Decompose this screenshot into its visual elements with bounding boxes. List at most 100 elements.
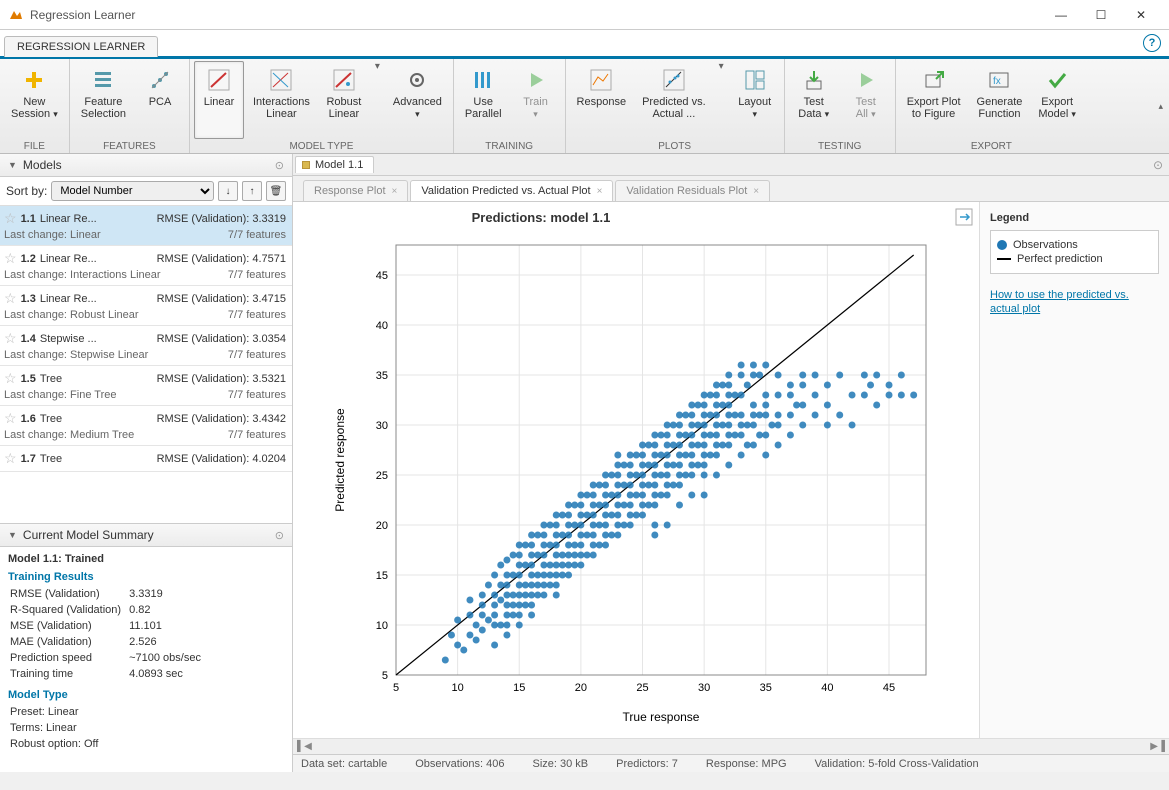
svg-text:35: 35: [760, 682, 772, 694]
export-model-button[interactable]: Export Model: [1031, 61, 1083, 139]
svg-text:5: 5: [393, 682, 399, 694]
model-robust-button[interactable]: Robust Linear: [319, 61, 369, 139]
toolstrip-expand-button[interactable]: ▴: [1152, 59, 1169, 153]
plots-gallery-dropdown[interactable]: ▾: [715, 61, 728, 72]
hide-plot-button[interactable]: [955, 208, 973, 229]
svg-text:25: 25: [376, 470, 388, 482]
summary-panel-header[interactable]: ▼ Current Model Summary ⊙: [0, 524, 292, 547]
star-icon[interactable]: ☆: [4, 410, 17, 427]
generate-function-button[interactable]: fx Generate Function: [970, 61, 1030, 139]
legend-panel: Legend Observations Perfect prediction H…: [979, 202, 1169, 738]
close-icon[interactable]: ×: [753, 186, 759, 197]
legend-perfect: Perfect prediction: [1017, 253, 1103, 265]
model-list-item[interactable]: ☆1.7 TreeRMSE (Validation): 4.0204: [0, 446, 292, 472]
group-label-features: FEATURES: [74, 139, 185, 154]
window-minimize-button[interactable]: —: [1041, 1, 1081, 29]
star-icon[interactable]: ☆: [4, 370, 17, 387]
predicted-actual-plot-button[interactable]: Predicted vs. Actual ...: [635, 61, 713, 139]
use-parallel-button[interactable]: Use Parallel: [458, 61, 509, 139]
models-panel-header[interactable]: ▼ Models ⊙: [0, 154, 292, 177]
model-interactions-button[interactable]: Interactions Linear: [246, 61, 317, 139]
plot-tab-pred-actual[interactable]: Validation Predicted vs. Actual Plot×: [410, 180, 613, 201]
doc-tab-label: Model 1.1: [315, 159, 363, 171]
svg-text:15: 15: [513, 682, 525, 694]
summary-content: Model 1.1: Trained Training Results RMSE…: [0, 547, 292, 772]
panel-options-icon[interactable]: ⊙: [275, 529, 284, 542]
new-session-button[interactable]: New Session: [4, 61, 65, 139]
layout-button[interactable]: Layout: [730, 61, 780, 139]
doc-tab-model[interactable]: Model 1.1: [295, 156, 374, 173]
group-label-model-type: MODEL TYPE: [194, 139, 449, 154]
svg-text:fx: fx: [993, 76, 1001, 87]
close-icon[interactable]: ×: [597, 186, 603, 197]
training-results-label: Training Results: [8, 571, 284, 583]
model-type-label: Model Type: [8, 689, 284, 701]
model-linear-button[interactable]: Linear: [194, 61, 244, 139]
document-tabs: Model 1.1 ⊙: [293, 154, 1169, 176]
star-icon[interactable]: ☆: [4, 330, 17, 347]
svg-text:20: 20: [376, 520, 388, 532]
svg-text:Predicted response: Predicted response: [333, 408, 347, 512]
toolstrip: New Session FILE Feature Selection PCA F…: [0, 56, 1169, 154]
svg-text:5: 5: [382, 670, 388, 682]
chevron-down-icon: ▼: [8, 160, 17, 170]
sort-up-button[interactable]: ↑: [242, 181, 262, 201]
window-close-button[interactable]: ✕: [1121, 1, 1161, 29]
delete-button[interactable]: 🗑: [266, 181, 286, 201]
test-data-button[interactable]: Test Data: [789, 61, 839, 139]
window-maximize-button[interactable]: ☐: [1081, 1, 1121, 29]
svg-text:40: 40: [821, 682, 833, 694]
panel-options-icon[interactable]: ⊙: [275, 159, 284, 172]
legend-title: Legend: [990, 212, 1159, 224]
model-list-item[interactable]: ☆1.3 Linear Re...RMSE (Validation): 3.47…: [0, 286, 292, 326]
advanced-button[interactable]: Advanced: [386, 61, 449, 139]
response-plot-button[interactable]: Response: [570, 61, 634, 139]
export-plot-button[interactable]: Export Plot to Figure: [900, 61, 968, 139]
svg-text:35: 35: [376, 370, 388, 382]
feature-selection-button[interactable]: Feature Selection: [74, 61, 133, 139]
sort-select[interactable]: Model Number: [51, 181, 214, 201]
help-link[interactable]: How to use the predicted vs. actual plot: [990, 288, 1159, 316]
plot-area: Predictions: model 1.1 51015202530354045…: [293, 202, 1169, 738]
plus-icon: [22, 68, 46, 92]
model-list-item[interactable]: ☆1.6 TreeRMSE (Validation): 3.4342Last c…: [0, 406, 292, 446]
horizontal-scrollbar[interactable]: ▌◀▶▐: [293, 738, 1169, 754]
model-list-item[interactable]: ☆1.5 TreeRMSE (Validation): 3.5321Last c…: [0, 366, 292, 406]
group-label-file: FILE: [4, 139, 65, 154]
doc-tabs-options-icon[interactable]: ⊙: [1153, 158, 1163, 172]
svg-text:20: 20: [575, 682, 587, 694]
model-gallery-dropdown[interactable]: ▾: [371, 61, 384, 72]
test-all-button[interactable]: Test All: [841, 61, 891, 139]
star-icon[interactable]: ☆: [4, 290, 17, 307]
window-titlebar: Regression Learner — ☐ ✕: [0, 0, 1169, 30]
help-icon[interactable]: ?: [1143, 34, 1161, 52]
play-icon: [524, 68, 548, 92]
linear-icon: [207, 68, 231, 92]
close-icon[interactable]: ×: [392, 186, 398, 197]
sort-down-button[interactable]: ↓: [218, 181, 238, 201]
summary-panel-title: Current Model Summary: [23, 528, 154, 542]
status-response: Response: MPG: [706, 758, 787, 770]
parallel-icon: [471, 68, 495, 92]
response-icon: [589, 68, 613, 92]
model-list-item[interactable]: ☆1.4 Stepwise ...RMSE (Validation): 3.03…: [0, 326, 292, 366]
status-size: Size: 30 kB: [533, 758, 589, 770]
svg-text:10: 10: [452, 682, 464, 694]
svg-text:45: 45: [883, 682, 895, 694]
status-observations: Observations: 406: [415, 758, 504, 770]
app-tab-regression-learner[interactable]: REGRESSION LEARNER: [4, 36, 158, 57]
model-list-item[interactable]: ☆1.1 Linear Re...RMSE (Validation): 3.33…: [0, 206, 292, 246]
models-list[interactable]: ☆1.1 Linear Re...RMSE (Validation): 3.33…: [0, 206, 292, 524]
svg-text:30: 30: [698, 682, 710, 694]
status-validation: Validation: 5-fold Cross-Validation: [815, 758, 979, 770]
scatter-chart[interactable]: 5101520253035404551015202530354045True r…: [326, 205, 946, 735]
pca-button[interactable]: PCA: [135, 61, 185, 139]
star-icon[interactable]: ☆: [4, 210, 17, 227]
model-list-item[interactable]: ☆1.2 Linear Re...RMSE (Validation): 4.75…: [0, 246, 292, 286]
train-button[interactable]: Train: [511, 61, 561, 139]
plot-tab-residuals[interactable]: Validation Residuals Plot×: [615, 180, 770, 201]
svg-text:15: 15: [376, 570, 388, 582]
plot-tab-response[interactable]: Response Plot×: [303, 180, 408, 201]
star-icon[interactable]: ☆: [4, 450, 17, 467]
star-icon[interactable]: ☆: [4, 250, 17, 267]
